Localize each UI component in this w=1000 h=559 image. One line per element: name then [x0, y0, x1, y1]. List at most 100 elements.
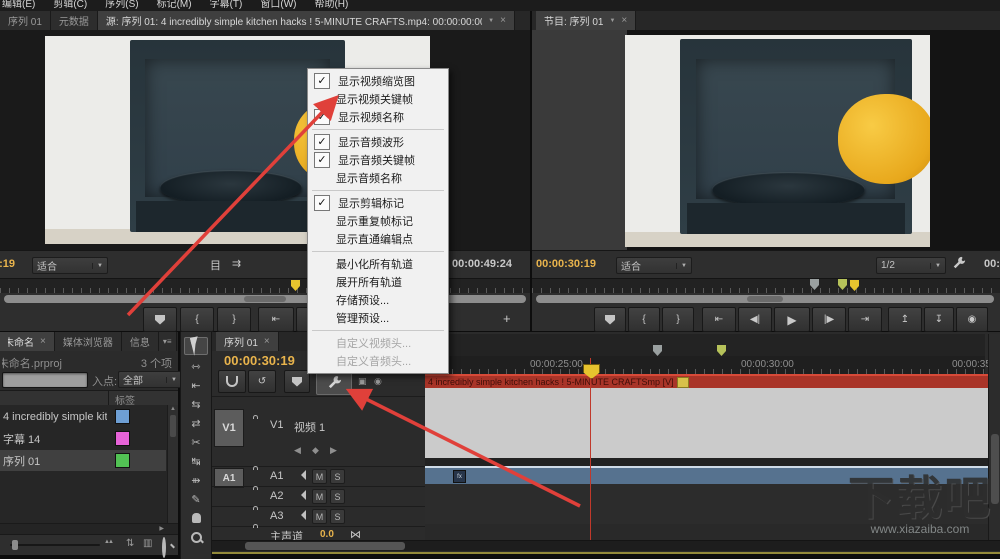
menu-item[interactable]: ✓ 显示剪辑标记: [308, 194, 448, 212]
safe-margins-icon[interactable]: 目: [210, 257, 221, 273]
label-swatch[interactable]: [115, 453, 130, 468]
master-level-value[interactable]: 0.0: [320, 529, 334, 540]
video-source-badge[interactable]: V1: [214, 409, 244, 447]
scroll-up-icon[interactable]: ▲: [170, 406, 176, 412]
step-forward-button[interactable]: |▶: [812, 307, 846, 332]
program-zoom-select[interactable]: 适合 ▼: [616, 257, 692, 274]
sequence-marker[interactable]: [653, 345, 662, 356]
video-clip[interactable]: 4 incredibly simple kitchen hacks ! 5-MI…: [425, 374, 1000, 458]
menu-item[interactable]: 管理预设...: [308, 309, 448, 327]
timeline-hscrollbar[interactable]: [212, 540, 1000, 551]
menu-marker[interactable]: 标记(M): [157, 0, 192, 11]
menu-help[interactable]: 帮助(H): [314, 0, 348, 11]
audio-track-label[interactable]: A3: [270, 510, 283, 522]
timeline-timecode[interactable]: 00:00:30:19: [224, 353, 295, 368]
step-back-button[interactable]: ◀|: [738, 307, 772, 332]
chevron-down-icon[interactable]: ▼: [609, 18, 615, 24]
timeline-playhead-line[interactable]: [590, 358, 591, 540]
zoom-tool[interactable]: [185, 529, 207, 545]
video-track-name[interactable]: 视频 1: [294, 419, 325, 435]
add-marker-button[interactable]: [143, 307, 177, 332]
ripple-edit-tool[interactable]: ⇤: [185, 377, 207, 393]
timeline-ruler[interactable]: 00:00:25:00 00:00:30:00 00:00:35:00 00:0…: [425, 356, 1000, 374]
hand-tool[interactable]: [185, 510, 207, 526]
mark-out-button[interactable]: }: [662, 307, 694, 332]
list-hscrollbar[interactable]: ▶: [0, 523, 178, 534]
find-icon[interactable]: [162, 537, 166, 558]
sort-icon[interactable]: ⇅: [126, 538, 134, 549]
snap-button[interactable]: [218, 370, 246, 393]
new-item-icon[interactable]: ▥: [143, 538, 152, 549]
label-swatch[interactable]: [115, 409, 130, 424]
list-item[interactable]: 字幕 14: [0, 428, 166, 449]
tab-info[interactable]: 信息: [121, 332, 159, 351]
mute-button[interactable]: M: [312, 509, 327, 524]
menu-title[interactable]: 字幕(T): [210, 0, 243, 11]
hscroll-thumb[interactable]: [245, 542, 405, 550]
menu-item[interactable]: ✓ 显示视频缩览图: [308, 72, 448, 90]
razor-tool[interactable]: ✂: [185, 434, 207, 450]
video-clip-title-bar[interactable]: 4 incredibly simple kitchen hacks ! 5-MI…: [425, 374, 1000, 388]
display-style-icon[interactable]: ▣: [358, 376, 367, 387]
solo-button[interactable]: S: [330, 509, 345, 524]
playback-resolution-select[interactable]: 1/2 ▼: [876, 257, 946, 274]
timeline-marker-strip[interactable]: [425, 334, 985, 357]
zoom-slider[interactable]: [10, 540, 100, 550]
label-swatch[interactable]: [115, 431, 130, 446]
mark-out-button[interactable]: }: [217, 307, 251, 332]
tab-metadata[interactable]: 元数据: [50, 11, 98, 30]
menu-item[interactable]: 显示音频名称: [308, 169, 448, 187]
scroll-right-icon[interactable]: ▶: [159, 525, 164, 532]
slip-tool[interactable]: ↹: [185, 453, 207, 469]
pen-tool[interactable]: ✎: [185, 491, 207, 507]
menu-item[interactable]: ✓ 显示视频名称: [308, 108, 448, 126]
menu-item[interactable]: 展开所有轨道: [308, 273, 448, 291]
menu-clip[interactable]: 剪辑(C): [53, 0, 87, 11]
close-icon[interactable]: ×: [40, 336, 46, 347]
track-select-tool[interactable]: ⇿: [185, 358, 207, 374]
menu-item[interactable]: 最小化所有轨道: [308, 255, 448, 273]
tab-program-monitor[interactable]: 节目: 序列 01 ▼ ×: [536, 11, 637, 30]
video-clip-body[interactable]: [425, 388, 1000, 458]
tab-project[interactable]: 项目: 未命名 ×: [0, 332, 55, 351]
menu-edit[interactable]: 编辑(E): [2, 0, 35, 11]
menu-item[interactable]: ✓ 显示音频关键帧: [308, 151, 448, 169]
tab-media-browser[interactable]: 媒体浏览器: [54, 332, 122, 351]
tab-sequence-01-top[interactable]: 序列 01: [0, 11, 51, 30]
list-header[interactable]: 标签: [0, 390, 178, 407]
close-icon[interactable]: ×: [500, 15, 506, 26]
vscroll-thumb[interactable]: [170, 415, 176, 437]
scrollbar-grip[interactable]: [746, 296, 784, 302]
lift-button[interactable]: ↥: [888, 307, 922, 332]
slide-tool[interactable]: ⇻: [185, 472, 207, 488]
menu-item[interactable]: 显示直通编辑点: [308, 230, 448, 248]
add-marker-button[interactable]: [594, 307, 626, 332]
program-zoom-scrollbar[interactable]: [536, 295, 994, 303]
audio-source-badge[interactable]: A1: [214, 468, 244, 488]
mute-button[interactable]: M: [312, 489, 327, 504]
list-vscrollbar[interactable]: ▲: [167, 405, 178, 523]
audio-track-label[interactable]: A1: [270, 470, 283, 482]
goto-in-button[interactable]: ⇤: [258, 307, 294, 332]
program-time-ruler[interactable]: [532, 278, 1000, 293]
automate-to-sequence-icon[interactable]: ▲▲: [104, 539, 114, 545]
plus-button[interactable]: +: [503, 311, 511, 326]
encore-marker-button[interactable]: ↺: [248, 370, 276, 393]
list-item-selected[interactable]: 序列 01: [0, 450, 166, 471]
mute-button[interactable]: M: [312, 469, 327, 484]
selection-tool[interactable]: [184, 336, 208, 356]
tab-source-monitor[interactable]: 源: 序列 01: 4 incredibly simple kitchen ha…: [97, 11, 515, 30]
goto-in-button[interactable]: ⇤: [702, 307, 736, 332]
menu-sequence[interactable]: 序列(S): [105, 0, 138, 11]
menu-item[interactable]: 显示视频关键帧: [308, 90, 448, 108]
menu-item[interactable]: ✓ 显示音频波形: [308, 133, 448, 151]
close-icon[interactable]: ×: [621, 15, 627, 26]
extract-button[interactable]: ↧: [924, 307, 954, 332]
keyframe-add-icon[interactable]: ◆: [312, 445, 319, 456]
video-track-label[interactable]: V1: [270, 419, 283, 431]
menu-window[interactable]: 窗口(W): [260, 0, 296, 11]
panel-menu-icon[interactable]: ▾≡: [158, 332, 177, 351]
keyframe-next-icon[interactable]: ▶: [330, 445, 337, 456]
sequence-marker[interactable]: [717, 345, 726, 356]
menu-item[interactable]: 存储预设...: [308, 291, 448, 309]
